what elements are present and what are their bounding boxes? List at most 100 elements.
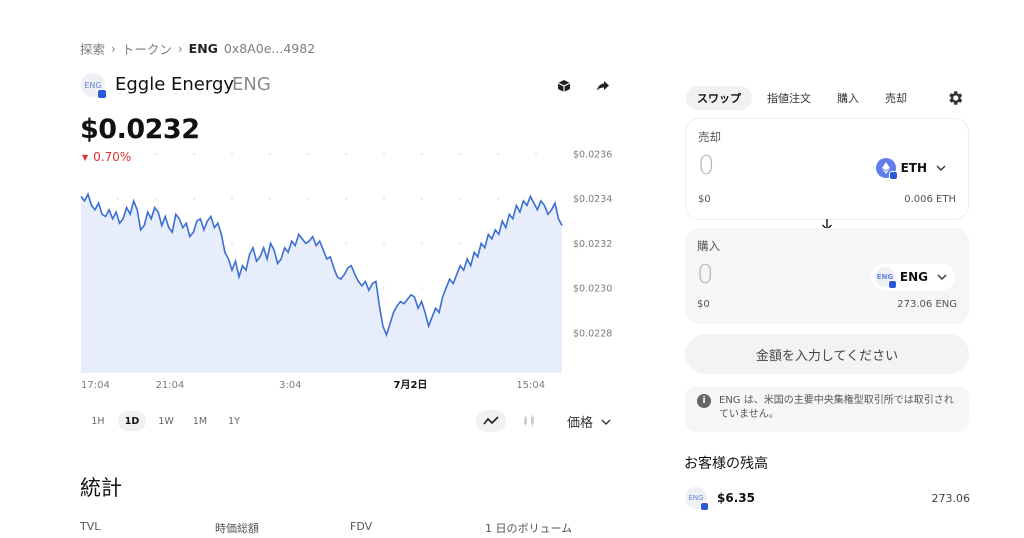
chain-badge-icon [700, 502, 709, 511]
chain-badge-icon [887, 280, 897, 289]
grid-dot [383, 287, 385, 289]
range-1w-button[interactable]: 1W [152, 411, 180, 431]
breadcrumb: 探索 › トークン › ENG 0x8A0e...4982 [80, 39, 315, 58]
chevron-down-icon [937, 274, 947, 280]
chevron-down-icon [601, 419, 611, 425]
grid-dot [269, 197, 271, 200]
grid-dot [269, 153, 271, 155]
range-1h-button[interactable]: 1H [84, 411, 112, 431]
y-tick-label: $0.0228 [573, 328, 612, 339]
token-address[interactable]: 0x8A0e...4982 [224, 41, 315, 56]
stat-label-volume: 1 日のボリューム [485, 522, 573, 535]
metric-select[interactable]: 価格 [567, 412, 611, 431]
grid-dot [117, 197, 119, 200]
cube-icon[interactable] [554, 76, 574, 96]
price-chart[interactable]: $0.0236 $0.0234 $0.0232 $0.0230 $0.0228 17:0… [78, 145, 648, 395]
range-1y-button[interactable]: 1Y [220, 411, 248, 431]
metric-select-value: 価格 [567, 416, 594, 431]
token-logo: ENG [81, 73, 107, 99]
sell-amount-input[interactable]: 0 [698, 151, 715, 181]
buy-panel: 購入 0 ENG ENG $0 273.06 ENG [685, 228, 969, 324]
exchange-warning: i ENG は、米国の主要中央集権型取引所では取引されていません。 [685, 386, 969, 432]
breadcrumb-current: ENG [188, 41, 218, 56]
tab-swap[interactable]: スワップ [686, 86, 752, 110]
buy-amount-input[interactable]: 0 [697, 260, 714, 290]
range-1m-button[interactable]: 1M [186, 411, 214, 431]
token-name: Eggle Energy [115, 74, 235, 95]
chevron-right-icon: › [177, 41, 183, 56]
buy-token-selector[interactable]: ENG ENG [870, 264, 955, 290]
grid-dot [383, 197, 385, 200]
grid-dot [307, 153, 309, 155]
stat-label-market-cap: 時価総額 [215, 522, 259, 535]
eng-logo-icon: ENG [685, 487, 709, 511]
grid-dot [231, 197, 233, 200]
candlestick-icon [524, 415, 534, 427]
grid-dot [421, 242, 423, 245]
tab-sell[interactable]: 売却 [874, 86, 918, 110]
grid-dot [535, 153, 537, 155]
grid-dot [421, 287, 423, 289]
exchange-warning-text: ENG は、米国の主要中央集権型取引所では取引されていません。 [719, 395, 954, 420]
sell-usd-value: $0 [698, 194, 711, 205]
sell-token-symbol: ETH [900, 161, 927, 175]
token-price: $0.0232 [80, 114, 200, 145]
breadcrumb-explore-link[interactable]: 探索 [80, 39, 105, 58]
swap-tabs: スワップ 指値注文 購入 売却 [686, 86, 918, 110]
y-tick-label: $0.0232 [573, 239, 612, 250]
stat-label-tvl: TVL [80, 520, 101, 533]
grid-dot [535, 197, 537, 200]
chevron-down-icon [936, 165, 946, 171]
tab-limit[interactable]: 指値注文 [756, 86, 822, 110]
chain-badge-icon [97, 89, 107, 99]
sell-label: 売却 [698, 130, 721, 144]
x-tick-label: 3:04 [279, 380, 301, 391]
grid-dot [459, 242, 461, 245]
balance-usd: $6.35 [717, 491, 755, 505]
grid-dot [459, 153, 461, 155]
balance-title: お客様の残高 [684, 456, 768, 472]
sell-token-selector[interactable]: ETH [872, 155, 954, 181]
balance-row[interactable]: ENG $6.35 273.06 [685, 486, 971, 511]
range-1d-button[interactable]: 1D [118, 411, 146, 431]
line-chart-icon [483, 416, 499, 425]
x-tick-label: 7月2日 [394, 379, 428, 391]
y-tick-label: $0.0230 [573, 284, 612, 295]
tab-buy[interactable]: 購入 [826, 86, 870, 110]
grid-dot [193, 153, 195, 155]
grid-dot [231, 153, 233, 155]
buy-label: 購入 [697, 239, 720, 253]
line-chart-toggle[interactable] [476, 410, 506, 432]
chevron-right-icon: › [111, 41, 116, 56]
x-tick-label: 17:04 [81, 380, 110, 391]
grid-dot [345, 153, 347, 155]
x-axis: 17:04 21:04 3:04 7月2日 15:04 [81, 379, 545, 391]
breadcrumb-tokens-link[interactable]: トークン [122, 39, 172, 58]
sell-balance: 0.006 ETH [904, 194, 956, 205]
buy-balance: 273.06 ENG [897, 299, 957, 310]
grid-dot [155, 153, 157, 155]
grid-dot [307, 197, 309, 200]
gear-icon[interactable] [946, 89, 964, 107]
sell-panel: 売却 0 ETH $0 0.006 ETH [685, 118, 969, 220]
grid-dot [345, 242, 347, 245]
grid-dot [117, 153, 119, 155]
y-tick-label: $0.0234 [573, 194, 612, 205]
buy-usd-value: $0 [697, 299, 710, 310]
share-icon[interactable] [593, 76, 613, 96]
grid-dot [345, 197, 347, 200]
eth-logo-icon [875, 158, 898, 180]
y-axis: $0.0236 $0.0234 $0.0232 $0.0230 $0.0228 [573, 149, 612, 339]
grid-dot [231, 242, 233, 245]
time-range-selector: 1H 1D 1W 1M 1Y [84, 411, 248, 431]
buy-token-symbol: ENG [899, 270, 928, 284]
grid-dot [459, 197, 461, 200]
chart-area-fill [81, 194, 562, 373]
grid-dot [383, 242, 385, 245]
candle-chart-toggle[interactable] [514, 410, 544, 432]
enter-amount-button[interactable]: 金額を入力してください [685, 334, 969, 374]
grid-dot [155, 197, 157, 200]
eng-logo-text: ENG [688, 494, 704, 502]
grid-dot [193, 197, 195, 200]
balance-amount: 273.06 [931, 491, 971, 505]
